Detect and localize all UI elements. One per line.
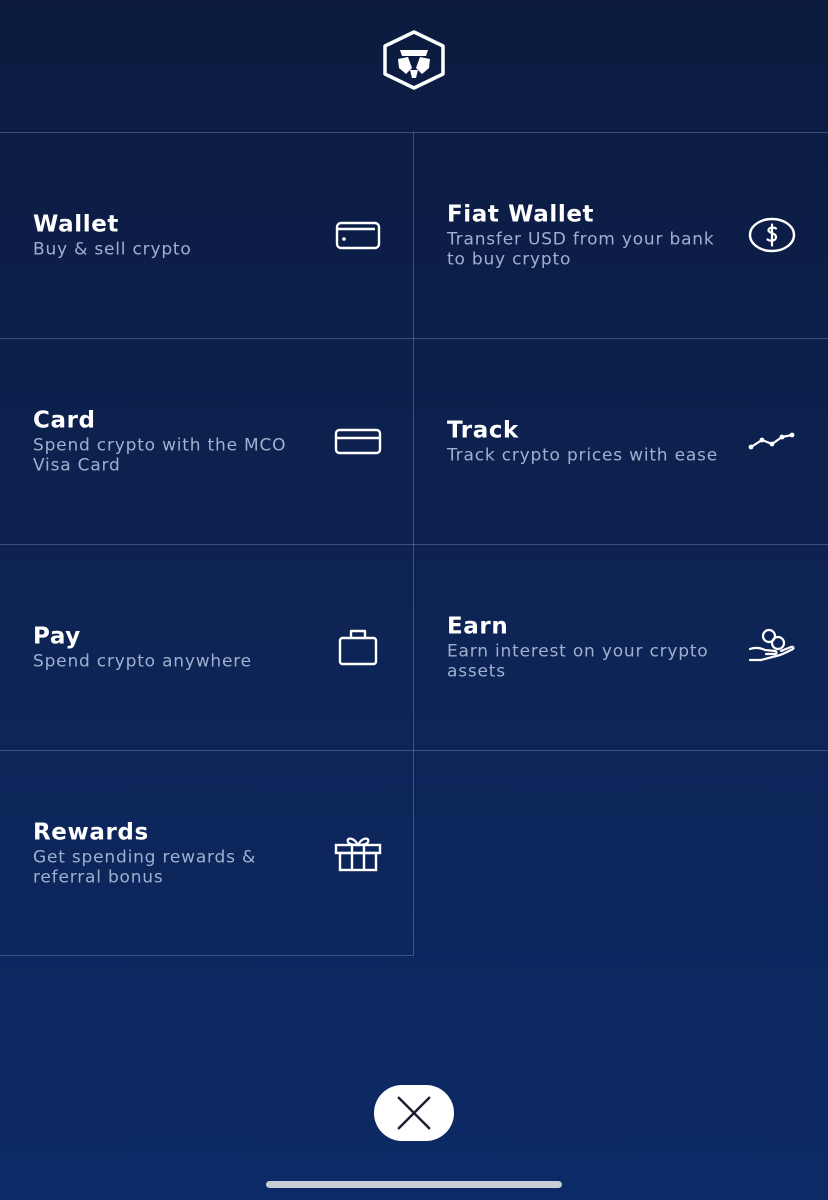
menu-item-text: Wallet Buy & sell crypto	[33, 211, 323, 260]
menu-item-title: Pay	[33, 623, 81, 650]
menu-item-fiat-wallet[interactable]: Fiat Wallet Transfer USD from your bank …	[413, 132, 828, 338]
menu-item-subtitle: Transfer USD from your bank to buy crypt…	[447, 229, 715, 270]
menu-item-subtitle: Spend crypto anywhere	[33, 651, 252, 672]
grid-divider	[0, 132, 828, 133]
menu-item-subtitle: Get spending rewards & referral bonus	[33, 847, 257, 888]
menu-item-title: Wallet	[33, 211, 120, 238]
menu-item-card[interactable]: Card Spend crypto with the MCO Visa Card	[0, 338, 413, 544]
menu-grid: Wallet Buy & sell crypto Fiat Wallet Tra…	[0, 132, 828, 956]
grid-divider	[0, 750, 828, 751]
menu-item-track[interactable]: Track Track crypto prices with ease	[413, 338, 828, 544]
menu-item-text: Track Track crypto prices with ease	[447, 417, 737, 466]
menu-item-title: Rewards	[33, 819, 149, 846]
lion-hexagon-logo-icon	[383, 30, 445, 90]
credit-card-icon	[333, 421, 383, 461]
menu-item-text: Pay Spend crypto anywhere	[33, 623, 323, 672]
shopping-bag-icon	[333, 627, 383, 667]
menu-item-text: Fiat Wallet Transfer USD from your bank …	[447, 201, 737, 270]
app-logo	[380, 28, 448, 92]
menu-item-text: Card Spend crypto with the MCO Visa Card	[33, 407, 323, 476]
grid-divider	[413, 132, 414, 956]
coins-hand-icon	[747, 627, 797, 667]
menu-item-title: Track	[447, 417, 519, 444]
menu-item-pay[interactable]: Pay Spend crypto anywhere	[0, 544, 413, 750]
home-indicator	[266, 1181, 562, 1188]
menu-item-subtitle: Track crypto prices with ease	[447, 445, 718, 466]
line-chart-icon	[747, 421, 797, 461]
grid-divider	[0, 338, 828, 339]
menu-item-text: Rewards Get spending rewards & referral …	[33, 819, 323, 888]
menu-item-earn[interactable]: Earn Earn interest on your crypto assets	[413, 544, 828, 750]
menu-item-subtitle: Buy & sell crypto	[33, 239, 192, 260]
menu-item-title: Earn	[447, 613, 509, 640]
wallet-icon	[333, 215, 383, 255]
menu-item-subtitle: Spend crypto with the MCO Visa Card	[33, 435, 287, 476]
close-button[interactable]	[374, 1085, 454, 1141]
menu-item-text: Earn Earn interest on your crypto assets	[447, 613, 737, 682]
gift-icon	[333, 833, 383, 873]
menu-item-rewards[interactable]: Rewards Get spending rewards & referral …	[0, 750, 413, 956]
menu-item-title: Fiat Wallet	[447, 201, 595, 228]
grid-divider	[0, 544, 828, 545]
menu-item-subtitle: Earn interest on your crypto assets	[447, 641, 709, 682]
menu-item-wallet[interactable]: Wallet Buy & sell crypto	[0, 132, 413, 338]
grid-divider	[0, 955, 413, 956]
menu-item-title: Card	[33, 407, 96, 434]
close-icon	[397, 1096, 431, 1130]
dollar-circle-icon	[747, 215, 797, 255]
